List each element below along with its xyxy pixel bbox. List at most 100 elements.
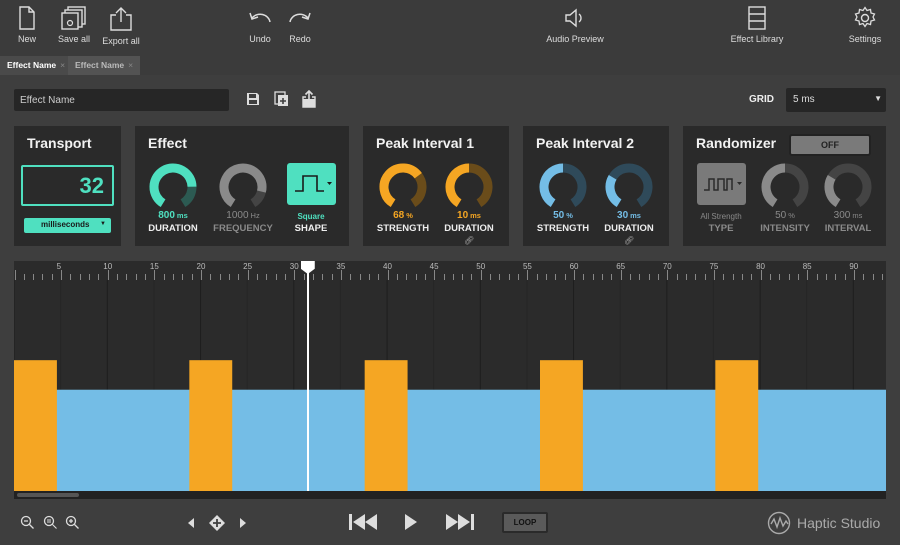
settings-button[interactable]: Settings	[848, 6, 882, 44]
peak2-duration-unit: ms	[630, 211, 641, 220]
tab-effect-1[interactable]: Effect Name ×	[0, 56, 73, 75]
zoom-in-icon	[65, 515, 79, 529]
ruler-label: 25	[243, 262, 253, 271]
redo-button[interactable]: Redo	[286, 6, 314, 44]
shape-value: Square	[297, 212, 325, 221]
skip-to-end-button[interactable]	[445, 513, 475, 536]
tab-close-icon[interactable]: ×	[60, 60, 65, 70]
knob-ring	[445, 163, 493, 208]
peak2-strength-value: 50%	[531, 210, 595, 221]
ruler-label: 45	[429, 262, 439, 271]
ruler-label: 85	[802, 262, 812, 271]
ruler-label: 70	[662, 262, 672, 271]
ruler-tick	[713, 270, 715, 280]
grid-select[interactable]: 5 ms ▼	[786, 88, 886, 112]
ruler-label: 15	[149, 262, 159, 271]
transport-time-display[interactable]: 32	[21, 165, 114, 206]
interval-value: 300 ms	[816, 210, 880, 221]
tab-close-icon[interactable]: ×	[128, 60, 133, 70]
save-button[interactable]	[246, 92, 260, 111]
peak2-duration-knob[interactable]	[605, 163, 653, 211]
new-button[interactable]: New	[14, 6, 40, 44]
previous-point-button[interactable]	[187, 516, 195, 534]
duration-label: DURATION	[148, 223, 198, 234]
zoom-out-button[interactable]	[20, 515, 35, 535]
audio-preview-button[interactable]: Audio Preview	[544, 6, 606, 44]
peak2-strength-knob[interactable]	[539, 163, 587, 211]
ruler-label: 5	[56, 262, 62, 271]
save-all-button[interactable]: Save all	[56, 6, 92, 44]
add-point-button[interactable]	[208, 514, 226, 537]
undo-button[interactable]: Undo	[246, 6, 274, 44]
peak-block[interactable]	[539, 360, 583, 491]
duplicate-button[interactable]	[274, 91, 290, 112]
ruler-label: 90	[849, 262, 859, 271]
chevron-down-icon: ▼	[100, 221, 106, 227]
chevron-down-icon: ▼	[874, 94, 882, 103]
shape-label: SHAPE	[294, 223, 328, 234]
frequency-knob[interactable]	[219, 163, 267, 211]
ruler-tick	[340, 270, 342, 280]
horizontal-scrollbar[interactable]	[14, 491, 886, 499]
playhead[interactable]	[300, 261, 315, 491]
ruler-tick	[387, 270, 389, 280]
tab-effect-2[interactable]: Effect Name ×	[68, 56, 141, 75]
shape-select[interactable]	[287, 163, 336, 205]
export-all-button[interactable]: Export all	[101, 6, 141, 46]
peak-block[interactable]	[14, 360, 57, 491]
zoom-in-button[interactable]	[65, 515, 80, 535]
grid-select-value: 5 ms	[793, 94, 815, 105]
next-point-button[interactable]	[239, 516, 247, 534]
haptic-timeline[interactable]: 5 10 15 20 25 30 35 40 45 50 55 60 65 70 75 80 85 90	[14, 261, 886, 499]
peak-block[interactable]	[189, 360, 233, 491]
effect-panel: Effect 800 ms DURATION 1000 Hz FREQUENCY S…	[135, 126, 349, 246]
knob-ring	[379, 163, 427, 208]
intensity-knob[interactable]	[761, 163, 809, 211]
ruler-label: 30	[289, 262, 299, 271]
peak1-duration-knob[interactable]	[445, 163, 493, 211]
tab-label: Effect Name	[75, 60, 125, 70]
save-icon	[247, 93, 259, 105]
peak-block[interactable]	[715, 360, 759, 491]
grid-label: GRID	[749, 94, 774, 105]
redo-label: Redo	[289, 34, 311, 44]
haptic-logo-icon	[767, 511, 791, 535]
skip-to-start-button[interactable]	[348, 513, 378, 536]
interval-unit: ms	[852, 211, 863, 220]
scrollbar-thumb[interactable]	[17, 493, 79, 497]
ruler-label: 50	[476, 262, 486, 271]
ruler-tick	[853, 270, 855, 280]
waveform-canvas[interactable]	[14, 280, 886, 491]
export-all-label: Export all	[102, 36, 140, 46]
frequency-number: 1000	[226, 210, 249, 221]
duration-knob[interactable]	[149, 163, 197, 211]
interval-label: INTERVAL	[824, 223, 872, 234]
tab-label: Effect Name	[7, 60, 57, 70]
interval-knob[interactable]	[824, 163, 872, 211]
share-button[interactable]	[301, 89, 317, 113]
ruler-tick	[527, 270, 529, 280]
new-file-icon	[19, 6, 35, 30]
speaker-icon	[565, 8, 582, 28]
link-icon[interactable]: 🔗︎	[464, 236, 474, 245]
effect-library-button[interactable]: Effect Library	[730, 6, 784, 44]
knob-ring	[605, 163, 653, 208]
loop-toggle[interactable]: LOOP	[502, 512, 548, 533]
ruler-tick	[434, 270, 436, 280]
peak-block[interactable]	[364, 360, 408, 491]
transport-unit-select[interactable]: milliseconds ▼	[24, 218, 111, 233]
play-button[interactable]	[404, 513, 418, 536]
new-label: New	[17, 34, 36, 44]
randomizer-title: Randomizer	[696, 135, 777, 151]
ruler-label: 65	[616, 262, 626, 271]
link-icon[interactable]: 🔗︎	[624, 236, 634, 245]
effect-name-input[interactable]	[14, 89, 229, 111]
zoom-fit-button[interactable]	[43, 515, 58, 535]
time-ruler[interactable]: 5 10 15 20 25 30 35 40 45 50 55 60 65 70 75 80 85 90	[14, 261, 886, 280]
knob-level-arc	[761, 163, 786, 208]
randomizer-type-select[interactable]	[697, 163, 746, 205]
peak1-strength-knob[interactable]	[379, 163, 427, 211]
knob-ring	[761, 163, 809, 208]
frequency-unit: Hz	[250, 211, 260, 220]
randomizer-toggle[interactable]: OFF	[789, 134, 871, 156]
